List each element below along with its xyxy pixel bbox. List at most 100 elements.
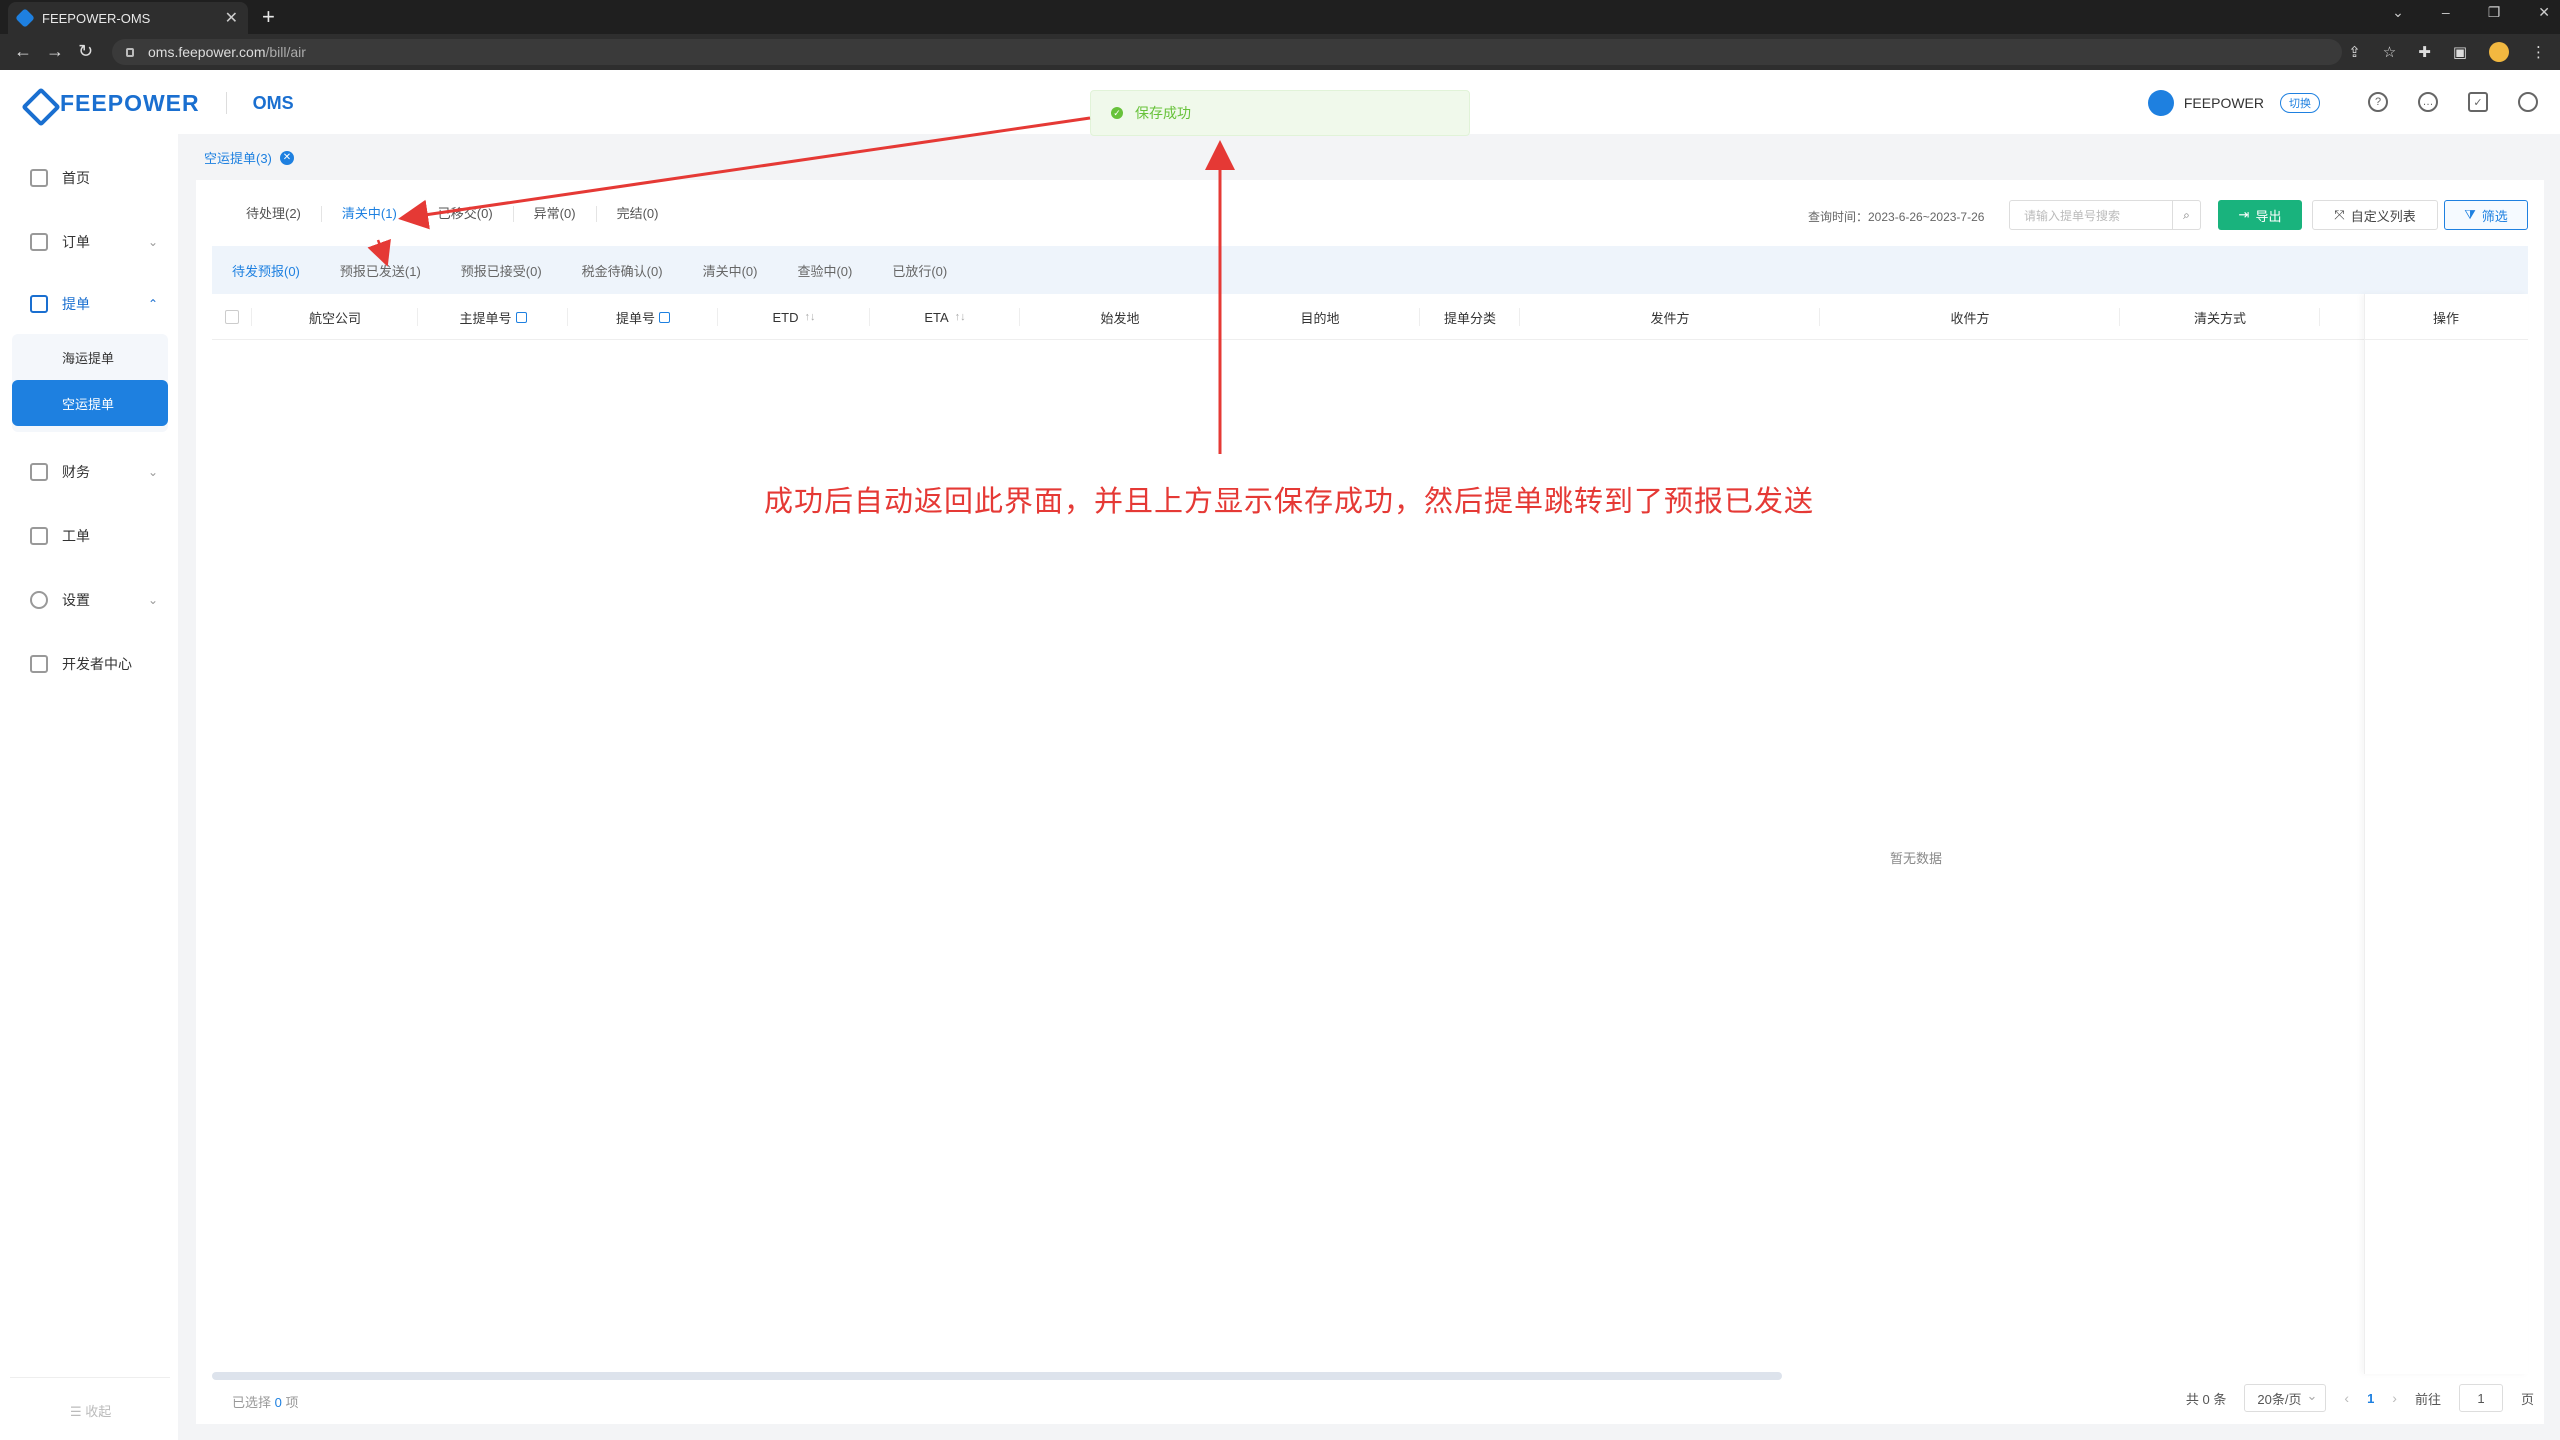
new-tab-button[interactable]: + bbox=[262, 4, 275, 30]
side-panel-icon[interactable]: ▣ bbox=[2453, 43, 2467, 61]
next-page-icon[interactable]: › bbox=[2392, 1390, 2397, 1406]
sub-status-tabs: 待发预报(0) 预报已发送(1) 预报已接受(0) 税金待确认(0) 清关中(0… bbox=[212, 246, 2528, 294]
forward-icon[interactable]: → bbox=[46, 41, 64, 62]
order-icon bbox=[30, 233, 48, 251]
page-tag[interactable]: 空运提单(3) ✕ bbox=[204, 148, 294, 167]
sort-icon[interactable]: ↑↓ bbox=[805, 311, 816, 323]
sidebar-item-bills[interactable]: 提单 ⌃ bbox=[12, 282, 168, 326]
copy-icon[interactable] bbox=[659, 311, 670, 323]
tab-transferred[interactable]: 已移交(0) bbox=[418, 206, 514, 222]
pagination: 共 0 条 20条/页 ‹ 1 › 前往 1 页 bbox=[2186, 1384, 2534, 1412]
sidebar-item-developer[interactable]: 开发者中心 bbox=[12, 642, 168, 686]
share-icon[interactable]: ⇪ bbox=[2348, 43, 2361, 61]
calendar-icon[interactable]: ✓ bbox=[2468, 92, 2488, 112]
export-label: 导出 bbox=[2255, 208, 2282, 224]
address-bar: ← → ↻ oms.feepower.com/bill/air ⇪ ☆ ✚ ▣ … bbox=[0, 34, 2560, 70]
col-bill-no-label: 提单号 bbox=[615, 310, 655, 326]
col-clearance: 清关方式 bbox=[2120, 294, 2320, 340]
app-logo[interactable]: FEEPOWER OMS bbox=[22, 88, 294, 118]
extensions-icon[interactable]: ✚ bbox=[2418, 43, 2431, 61]
sidebar-item-air-bill[interactable]: 空运提单 bbox=[12, 380, 168, 426]
subtab-inspecting[interactable]: 查验中(0) bbox=[777, 261, 872, 280]
back-icon[interactable]: ← bbox=[14, 41, 32, 62]
custom-columns-label: 自定义列表 bbox=[2350, 208, 2416, 224]
lock-icon bbox=[126, 47, 134, 57]
url-path: /bill/air bbox=[265, 44, 306, 60]
copy-icon[interactable] bbox=[515, 311, 527, 323]
header-actions: ? … ✓ bbox=[2368, 92, 2538, 112]
close-window-icon[interactable]: ✕ bbox=[2538, 4, 2550, 21]
user-profile-icon[interactable] bbox=[2518, 92, 2538, 112]
sort-icon[interactable]: ↑↓ bbox=[955, 311, 966, 323]
search-icon[interactable]: ⌕ bbox=[2173, 200, 2201, 230]
close-tag-icon[interactable]: ✕ bbox=[279, 150, 294, 165]
check-circle-icon: ✓ bbox=[1111, 107, 1123, 119]
select-all-checkbox[interactable] bbox=[225, 310, 239, 324]
subtab-tax-pending[interactable]: 税金待确认(0) bbox=[562, 261, 683, 280]
selected-prefix: 已选择 bbox=[232, 1395, 272, 1410]
col-eta-label: ETA bbox=[924, 309, 949, 325]
col-consignee: 收件方 bbox=[1820, 294, 2120, 340]
help-icon[interactable]: ? bbox=[2368, 92, 2388, 112]
browser-tab-bar: FEEPOWER-OMS ✕ + ⌄ – ❐ ✕ bbox=[0, 0, 2560, 34]
browser-tab[interactable]: FEEPOWER-OMS ✕ bbox=[8, 2, 248, 34]
page-tag-label: 空运提单(3) bbox=[204, 151, 272, 166]
tab-exception[interactable]: 异常(0) bbox=[514, 206, 597, 222]
annotation-text: 成功后自动返回此界面，并且上方显示保存成功，然后提单跳转到了预报已发送 bbox=[764, 486, 1815, 518]
sidebar-item-orders[interactable]: 订单 ⌄ bbox=[12, 220, 168, 264]
tab-close-icon[interactable]: ✕ bbox=[225, 8, 238, 28]
subtab-forecast-sent[interactable]: 预报已发送(1) bbox=[320, 261, 441, 280]
selected-suffix: 项 bbox=[285, 1395, 299, 1410]
message-icon[interactable]: … bbox=[2418, 92, 2438, 112]
subtab-forecast-accepted[interactable]: 预报已接受(0) bbox=[441, 261, 562, 280]
url-host: oms.feepower.com bbox=[148, 44, 266, 60]
goto-page-input[interactable]: 1 bbox=[2458, 1384, 2503, 1412]
sidebar-item-settings[interactable]: 设置 ⌄ bbox=[12, 578, 168, 622]
ticket-icon bbox=[30, 527, 48, 545]
sidebar-item-label: 工单 bbox=[62, 528, 90, 544]
subtab-released[interactable]: 已放行(0) bbox=[872, 261, 967, 280]
sidebar-item-ticket[interactable]: 工单 bbox=[12, 514, 168, 558]
collapse-label: 收起 bbox=[85, 1404, 112, 1419]
browser-menu-icon[interactable]: ⋮ bbox=[2531, 43, 2546, 61]
export-icon: ⇥ bbox=[2238, 207, 2250, 222]
sidebar-item-finance[interactable]: 财务 ⌄ bbox=[12, 450, 168, 494]
filter-icon: ⧩ bbox=[2464, 207, 2476, 222]
subtab-pending-forecast[interactable]: 待发预报(0) bbox=[212, 261, 320, 280]
tab-completed[interactable]: 完结(0) bbox=[597, 206, 679, 222]
custom-columns-button[interactable]: ⤧ 自定义列表 bbox=[2312, 200, 2438, 230]
page-size-select[interactable]: 20条/页 bbox=[2244, 1384, 2327, 1412]
current-page[interactable]: 1 bbox=[2367, 1391, 2374, 1406]
user-switcher[interactable]: FEEPOWER 切换 bbox=[2147, 90, 2320, 116]
col-eta[interactable]: ETA ↑↓ bbox=[870, 294, 1020, 340]
col-etd[interactable]: ETD ↑↓ bbox=[718, 294, 870, 340]
horizontal-scrollbar[interactable] bbox=[212, 1372, 1782, 1380]
empty-state: 暂无数据 bbox=[1890, 851, 1943, 866]
tab-clearing[interactable]: 清关中(1) bbox=[322, 206, 418, 222]
search-input[interactable]: 请输入提单号搜索 bbox=[2009, 200, 2173, 230]
site-favicon-icon bbox=[15, 8, 35, 28]
collapse-sidebar-button[interactable]: ☰ 收起 bbox=[70, 1401, 111, 1420]
subtab-clearing[interactable]: 清关中(0) bbox=[683, 261, 778, 280]
url-field[interactable]: oms.feepower.com/bill/air bbox=[112, 39, 2342, 65]
col-origin: 始发地 bbox=[1020, 294, 1220, 340]
minimize-icon[interactable]: – bbox=[2442, 4, 2450, 21]
reload-icon[interactable]: ↻ bbox=[78, 41, 93, 62]
browser-tab-title: FEEPOWER-OMS bbox=[42, 10, 151, 26]
tab-search-icon[interactable]: ⌄ bbox=[2392, 4, 2404, 21]
export-button[interactable]: ⇥ 导出 bbox=[2218, 200, 2302, 230]
col-bill-type: 提单分类 bbox=[1420, 294, 1520, 340]
sidebar-item-home[interactable]: 首页 bbox=[12, 156, 168, 200]
prev-page-icon[interactable]: ‹ bbox=[2344, 1390, 2349, 1406]
logo-divider bbox=[225, 92, 227, 114]
feepower-logo-icon bbox=[22, 88, 52, 118]
switch-button[interactable]: 切换 bbox=[2280, 93, 2320, 113]
filter-button[interactable]: ⧩ 筛选 bbox=[2444, 200, 2528, 230]
sidebar-item-sea-bill[interactable]: 海运提单 bbox=[12, 334, 168, 380]
restore-icon[interactable]: ❐ bbox=[2488, 4, 2501, 21]
selection-summary: 已选择 0 项 bbox=[232, 1392, 299, 1411]
tab-pending[interactable]: 待处理(2) bbox=[226, 206, 322, 222]
query-time[interactable]: 查询时间：2023-6-26~2023-7-26 bbox=[1808, 208, 1984, 225]
profile-avatar-icon[interactable] bbox=[2489, 42, 2509, 62]
bookmark-star-icon[interactable]: ☆ bbox=[2383, 43, 2396, 61]
